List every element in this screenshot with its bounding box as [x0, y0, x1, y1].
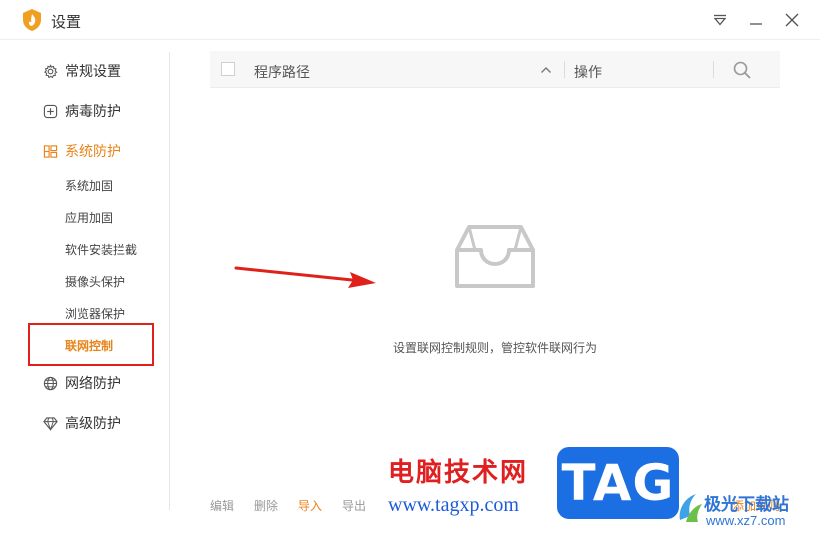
menu-triangle-icon	[713, 14, 727, 26]
column-header-action: 操作	[574, 64, 602, 80]
column-divider	[564, 61, 565, 78]
sidebar-item-virus-protection[interactable]: 病毒防护	[42, 100, 121, 122]
title-bar: 设置	[0, 0, 820, 40]
plus-square-icon	[42, 103, 58, 119]
column-divider	[713, 61, 714, 78]
edit-button[interactable]: 编辑	[210, 497, 234, 514]
watermark-site-url: www.xz7.com	[706, 513, 786, 528]
globe-icon	[42, 375, 58, 391]
sidebar-item-advanced-protection[interactable]: 高级防护	[42, 412, 121, 434]
window-title: 设置	[51, 14, 82, 31]
annotation-highlight-box	[28, 323, 154, 366]
empty-inbox-icon	[455, 225, 535, 288]
delete-button[interactable]: 删除	[254, 497, 278, 514]
sub-item-install-block[interactable]: 软件安装拦截	[65, 242, 137, 258]
sidebar-item-general-settings[interactable]: 常规设置	[42, 60, 121, 82]
close-icon	[785, 13, 799, 27]
export-button[interactable]: 导出	[342, 497, 366, 514]
sort-chevron-up-icon[interactable]	[539, 63, 553, 77]
sub-item-browser-protection[interactable]: 浏览器保护	[65, 306, 125, 322]
sidebar-item-label: 高级防护	[65, 415, 121, 431]
import-button[interactable]: 导入	[298, 497, 322, 514]
diamond-icon	[42, 415, 58, 431]
watermark-url: www.tagxp.com	[388, 494, 519, 516]
empty-state-message: 设置联网控制规则，管控软件联网行为	[392, 341, 597, 355]
system-protect-icon	[42, 143, 58, 159]
annotation-arrow-icon	[234, 266, 376, 288]
sidebar-item-label: 病毒防护	[65, 103, 121, 119]
sidebar-item-system-protection[interactable]: 系统防护	[42, 140, 121, 162]
dropdown-menu-button[interactable]	[708, 8, 732, 32]
watermark-cn-text: 电脑技术网	[388, 458, 529, 487]
column-header-path[interactable]: 程序路径	[254, 62, 310, 82]
sidebar-item-network-protection[interactable]: 网络防护	[42, 372, 121, 394]
sidebar-item-label: 系统防护	[65, 143, 121, 159]
sidebar-divider	[169, 52, 170, 510]
sub-item-camera-protection[interactable]: 摄像头保护	[65, 274, 125, 290]
gear-icon	[42, 63, 58, 79]
shield-logo-icon	[23, 9, 41, 31]
sub-item-app-hardening[interactable]: 应用加固	[65, 210, 113, 226]
search-icon[interactable]	[732, 60, 752, 80]
minimize-button[interactable]	[744, 8, 768, 32]
sub-item-system-hardening[interactable]: 系统加固	[65, 178, 113, 194]
watermark-site-name: 极光下载站	[704, 495, 789, 514]
sidebar-item-label: 网络防护	[65, 375, 121, 391]
minimize-icon	[750, 23, 762, 25]
sidebar-item-label: 常规设置	[65, 63, 121, 79]
select-all-checkbox[interactable]	[221, 62, 235, 76]
table-header: 程序路径 操作	[210, 51, 780, 88]
watermark-site-logo-icon	[679, 494, 702, 522]
watermark-tag-logo: TAG	[557, 447, 679, 519]
close-button[interactable]	[780, 8, 804, 32]
